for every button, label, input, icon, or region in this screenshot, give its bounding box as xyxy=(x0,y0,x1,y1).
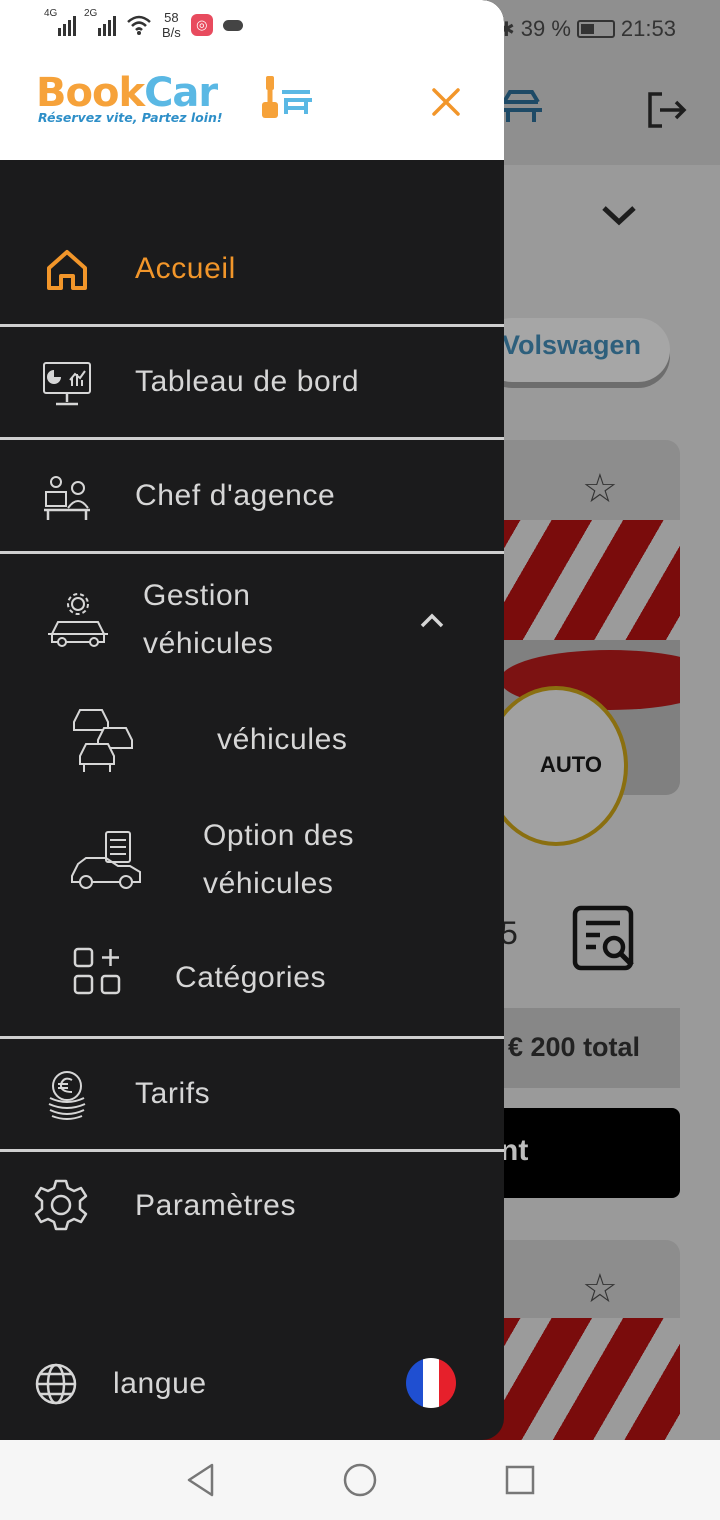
grid-plus-icon xyxy=(73,947,121,995)
notification-app-icon: ◎ xyxy=(190,14,213,36)
network-type: 4G xyxy=(44,8,58,19)
submenu-item-vehicles[interactable]: véhicules xyxy=(0,702,504,778)
menu-item-agency-manager[interactable]: Chef d'agence xyxy=(0,472,504,522)
menu-label-agency-manager: Chef d'agence xyxy=(135,479,336,512)
car-key-icon xyxy=(262,76,312,118)
logout-icon[interactable] xyxy=(644,88,688,132)
euro-coins-icon xyxy=(48,1071,86,1120)
battery-icon xyxy=(576,20,615,38)
submenu-label-vehicle-options-1: Option des xyxy=(203,819,355,852)
menu-label-rates: Tarifs xyxy=(135,1077,211,1110)
vehicle-card[interactable] xyxy=(480,1240,680,1440)
cloud-icon xyxy=(222,19,243,31)
favorite-star-icon[interactable]: ☆ xyxy=(582,466,618,512)
menu-label-home: Accueil xyxy=(135,252,236,285)
price-total-text: € 200 total xyxy=(508,1032,641,1062)
menu-item-settings[interactable]: Paramètres xyxy=(0,1176,504,1232)
network-speed-value: 58 xyxy=(164,10,179,25)
recent-apps-icon[interactable] xyxy=(504,1460,536,1500)
rent-button[interactable]: nt xyxy=(480,1108,680,1198)
network-type: 2G xyxy=(84,8,98,19)
home-icon xyxy=(47,250,87,290)
chevron-up-icon[interactable] xyxy=(418,610,446,630)
agency-logo: AUTO xyxy=(484,686,628,846)
clock: 21:53 xyxy=(620,16,676,41)
submenu-label-vehicle-options-2: véhicules xyxy=(203,867,334,900)
submenu-label-categories: Catégories xyxy=(175,961,327,994)
divider xyxy=(0,1149,504,1152)
document-search-icon[interactable] xyxy=(572,905,638,971)
menu-label-settings: Paramètres xyxy=(135,1189,297,1222)
divider xyxy=(0,1036,504,1039)
agency-logo-text: AUTO xyxy=(540,752,602,777)
menu-label-vehicle-management-1: Gestion xyxy=(143,579,251,612)
divider xyxy=(0,324,504,327)
battery-percent: 39 % xyxy=(520,16,571,41)
divider xyxy=(0,437,504,440)
divider xyxy=(0,551,504,554)
network-speed-unit: B/s xyxy=(162,25,181,40)
rent-button-label: nt xyxy=(500,1134,529,1167)
globe-icon xyxy=(35,1363,77,1405)
car-checklist-icon xyxy=(71,831,141,889)
menu-label-language: langue xyxy=(113,1367,207,1400)
wifi-icon xyxy=(127,15,151,35)
france-flag-icon[interactable] xyxy=(406,1358,456,1408)
menu-item-rates[interactable]: Tarifs xyxy=(0,1068,504,1122)
price-total: € 200 total xyxy=(480,1008,680,1088)
back-icon[interactable] xyxy=(184,1460,218,1500)
signal-icon: 2G xyxy=(84,8,116,36)
chevron-down-icon[interactable] xyxy=(598,200,640,232)
manager-desk-icon xyxy=(44,476,90,520)
dashboard-monitor-icon xyxy=(43,362,91,406)
system-navigation-bar xyxy=(0,1440,720,1520)
status-bar-left: 4G 2G 58 B/s ◎ xyxy=(44,8,243,40)
menu-group-vehicle-management[interactable]: Gestion véhicules xyxy=(0,572,504,668)
card-image-stripes xyxy=(480,1318,680,1440)
car-gear-icon xyxy=(48,593,108,647)
favorite-star-icon[interactable]: ☆ xyxy=(582,1266,618,1312)
menu-item-dashboard[interactable]: Tableau de bord xyxy=(0,358,504,408)
home-circle-icon[interactable] xyxy=(342,1460,378,1500)
brand-filter-chip[interactable]: Volswagen xyxy=(480,318,670,382)
menu-label-vehicle-management-2: véhicules xyxy=(143,627,274,660)
card-image-stripes xyxy=(480,520,680,640)
menu-item-home[interactable]: Accueil xyxy=(0,245,504,295)
submenu-label-vehicles: véhicules xyxy=(217,723,348,756)
submenu-item-categories[interactable]: Catégories xyxy=(0,946,504,1002)
cars-icon xyxy=(73,709,133,772)
signal-icon: 4G xyxy=(44,8,76,36)
drawer-header: 4G 2G 58 B/s ◎ BookCar Réservez vite, Pa… xyxy=(0,0,504,160)
submenu-item-vehicle-options[interactable]: Option des véhicules xyxy=(0,812,504,908)
gear-icon xyxy=(34,1179,88,1231)
navigation-drawer: 4G 2G 58 B/s ◎ BookCar Réservez vite, Pa… xyxy=(0,0,504,1440)
brand-chip-label: Volswagen xyxy=(502,330,642,360)
car-icon xyxy=(500,90,542,122)
status-bar-right: ✱ 39 % 21:53 xyxy=(498,12,676,46)
close-icon[interactable] xyxy=(424,80,468,124)
bookcar-logo: BookCar Réservez vite, Partez loin! xyxy=(36,70,316,130)
menu-label-dashboard: Tableau de bord xyxy=(135,365,360,398)
logo-tagline: Réservez vite, Partez loin! xyxy=(38,110,223,125)
network-speed: 58 B/s xyxy=(162,10,181,40)
